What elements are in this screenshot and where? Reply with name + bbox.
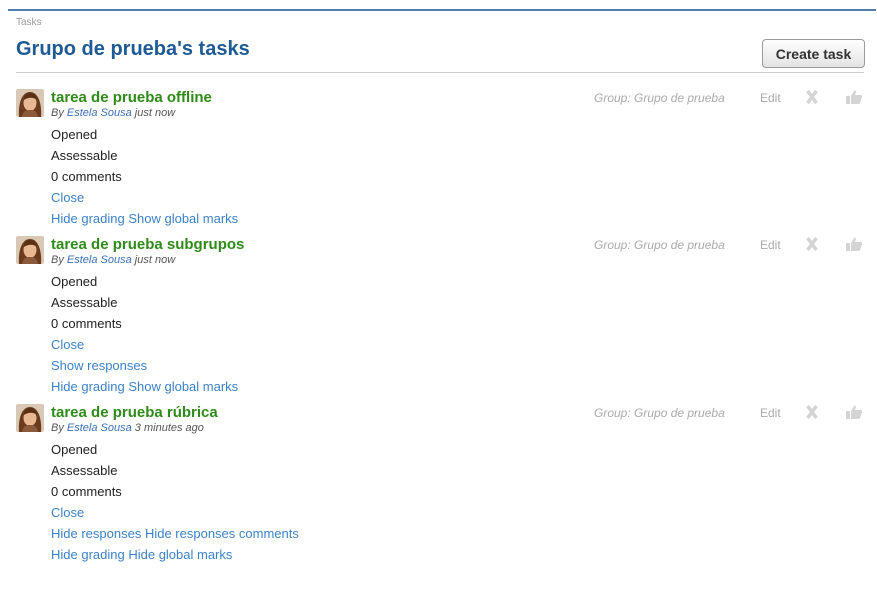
comments-count[interactable]: 0 comments (51, 484, 122, 500)
responses-links: Hide responses Hide responses comments (51, 526, 299, 542)
grading-links: Hide grading Hide global marks (51, 547, 232, 563)
task-byline: By Estela Sousa 3 minutes ago (51, 422, 204, 435)
global-marks-link[interactable]: Show global marks (128, 379, 238, 394)
grading-links: Hide grading Show global marks (51, 211, 238, 227)
byline-prefix: By (51, 254, 64, 266)
timestamp: 3 minutes ago (134, 422, 204, 434)
timestamp: just now (134, 254, 176, 266)
page-title: Grupo de prueba's tasks (16, 38, 250, 60)
byline-prefix: By (51, 422, 64, 434)
global-marks-link[interactable]: Hide global marks (128, 547, 232, 562)
create-task-button[interactable]: Create task (762, 39, 865, 68)
group-label: Group: Grupo de prueba (594, 406, 725, 420)
task-assessable: Assessable (51, 463, 118, 478)
hide-grading-link[interactable]: Hide grading (51, 379, 125, 394)
avatar[interactable] (16, 89, 44, 117)
hide-grading-link[interactable]: Hide grading (51, 547, 125, 562)
close-link[interactable]: Close (51, 505, 84, 521)
delete-icon[interactable] (804, 89, 820, 105)
edit-link[interactable]: Edit (760, 91, 781, 105)
task-title[interactable]: tarea de prueba subgrupos (51, 236, 244, 254)
title-divider (16, 72, 864, 73)
byline-prefix: By (51, 107, 64, 119)
hide-grading-link[interactable]: Hide grading (51, 211, 125, 226)
edit-link[interactable]: Edit (760, 406, 781, 420)
task-byline: By Estela Sousa just now (51, 254, 175, 267)
delete-icon[interactable] (804, 236, 820, 252)
like-icon[interactable] (846, 90, 862, 104)
author-link[interactable]: Estela Sousa (67, 107, 132, 119)
close-link[interactable]: Close (51, 190, 84, 206)
show-responses-link[interactable]: Show responses (51, 358, 147, 374)
hide-responses-comments-link[interactable]: Hide responses comments (145, 526, 299, 541)
avatar[interactable] (16, 236, 44, 264)
task-status: Opened (51, 442, 98, 457)
like-icon[interactable] (846, 405, 862, 419)
comments-count[interactable]: 0 comments (51, 316, 122, 332)
group-label: Group: Grupo de prueba (594, 238, 725, 252)
task-byline: By Estela Sousa just now (51, 107, 175, 120)
avatar[interactable] (16, 404, 44, 432)
task-assessable: Assessable (51, 148, 118, 163)
top-border (8, 9, 876, 11)
task-title[interactable]: tarea de prueba offline (51, 89, 212, 107)
author-link[interactable]: Estela Sousa (67, 254, 132, 266)
global-marks-link[interactable]: Show global marks (128, 211, 238, 226)
delete-icon[interactable] (804, 404, 820, 420)
comments-count[interactable]: 0 comments (51, 169, 122, 185)
task-status: Opened (51, 127, 98, 142)
like-icon[interactable] (846, 237, 862, 251)
task-status: Opened (51, 274, 98, 289)
group-label: Group: Grupo de prueba (594, 91, 725, 105)
close-link[interactable]: Close (51, 337, 84, 353)
task-title[interactable]: tarea de prueba rúbrica (51, 404, 218, 422)
edit-link[interactable]: Edit (760, 238, 781, 252)
hide-responses-link[interactable]: Hide responses (51, 526, 141, 541)
grading-links: Hide grading Show global marks (51, 379, 238, 395)
author-link[interactable]: Estela Sousa (67, 422, 132, 434)
breadcrumb[interactable]: Tasks (16, 17, 42, 28)
timestamp: just now (134, 107, 176, 119)
task-assessable: Assessable (51, 295, 118, 310)
